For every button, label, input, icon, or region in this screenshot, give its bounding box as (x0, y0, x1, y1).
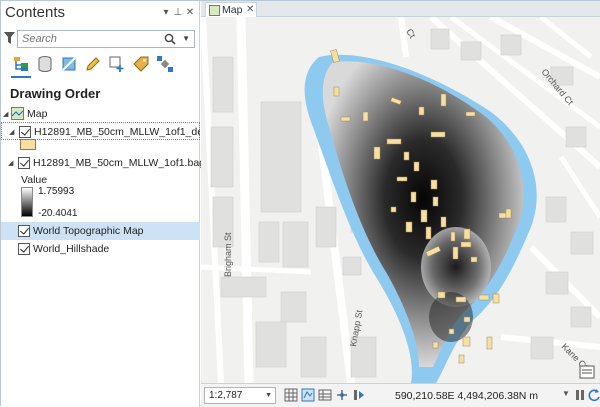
contents-toolbar (1, 52, 200, 78)
filter-icon[interactable] (4, 32, 15, 44)
auto-hide-pin-icon[interactable]: ⊥ (172, 7, 184, 18)
scale-value: 1:2,787 (209, 390, 243, 401)
list-by-labeling-button[interactable] (130, 53, 152, 75)
list-by-perspective-imagery-button[interactable] (154, 53, 176, 75)
list-by-drawing-order-button[interactable] (10, 53, 32, 75)
layer-visibility-checkbox[interactable] (18, 157, 30, 169)
layer-name: H12891_MB_50cm_MLLW_1of1.bag (33, 157, 205, 169)
shipwreck-symbol-swatch (20, 139, 36, 150)
layer-visibility-checkbox[interactable] (19, 126, 31, 138)
collapse-chevron-icon[interactable]: ◢ (8, 159, 13, 167)
collapse-chevron-icon[interactable]: ◢ (3, 110, 8, 118)
search-input[interactable] (18, 31, 148, 47)
legend-value-label: Value (21, 174, 48, 186)
active-tool-indicator (11, 76, 31, 78)
layer-row-world-topographic[interactable]: World Topographic Map (1, 222, 200, 240)
layer-name: Map (27, 108, 48, 120)
layer-name: World_Hillshade (33, 243, 110, 255)
layer-row-bag-raster[interactable]: ◢ H12891_MB_50cm_MLLW_1of1.bag (1, 154, 205, 172)
tab-label: Map (222, 4, 243, 16)
layer-row-world-hillshade[interactable]: World_Hillshade (1, 240, 200, 258)
map-notes-icon[interactable] (579, 365, 595, 379)
list-by-selection-button[interactable] (58, 53, 80, 75)
contents-pane: Contents ▾ ⊥ ✕ ▼ (1, 1, 205, 407)
label-tag-icon (133, 56, 149, 72)
search-box[interactable]: ▼ (17, 30, 195, 48)
list-by-data-source-button[interactable] (34, 53, 56, 75)
list-by-editing-button[interactable] (82, 53, 104, 75)
refresh-icon[interactable] (587, 388, 600, 402)
street-label-brigham: Brigham St (223, 232, 233, 277)
map-drawing: Brigham St Knapp St Orchard Ct Ct Kane C… (201, 17, 600, 383)
tab-map[interactable]: Map ✕ (205, 2, 257, 17)
pencil-icon (86, 57, 100, 71)
layer-row-detectshipwrecks[interactable]: ◢ H12891_MB_50cm_MLLW_1of1_detectshipwre… (1, 122, 200, 140)
legend-low-value: -20.4041 (38, 208, 78, 219)
map-canvas[interactable]: Brigham St Knapp St Orchard Ct Ct Kane C… (201, 17, 600, 383)
close-pane-icon[interactable]: ✕ (184, 7, 196, 18)
grid-icon[interactable] (284, 388, 298, 402)
view-tab-strip: Map ✕ (201, 1, 600, 17)
arcgis-pro-window: Contents ▾ ⊥ ✕ ▼ (0, 0, 600, 407)
map-icon (11, 107, 24, 120)
close-tab-icon[interactable]: ✕ (246, 4, 254, 15)
layer-row-map[interactable]: ◢ Map (1, 105, 200, 123)
cursor-coordinates: 590,210.58E 4,494,206.38N m (395, 390, 539, 402)
layer-name: World Topographic Map (33, 225, 144, 237)
scale-dropdown-chevron-icon[interactable]: ▼ (265, 392, 272, 399)
contents-header: Contents ▾ ⊥ ✕ (1, 1, 200, 27)
snapping-toggle-icon[interactable] (335, 388, 349, 402)
map-view: Map ✕ Brigham St Knapp St Orchard Ct Ct … (201, 1, 600, 407)
satellite-icon (157, 56, 173, 72)
selection-icon (62, 57, 76, 71)
pane-options-icon[interactable]: ▾ (160, 7, 172, 18)
scale-selector[interactable]: 1:2,787 ▼ (204, 387, 276, 404)
map-tab-icon (209, 5, 220, 16)
layer-visibility-checkbox[interactable] (18, 225, 30, 237)
pause-drawing-icon[interactable] (352, 388, 366, 402)
drawing-order-icon (14, 57, 28, 71)
table-icon[interactable] (318, 388, 332, 402)
constraints-icon[interactable] (301, 388, 315, 402)
legend-high-value: 1.75993 (38, 186, 75, 197)
layer-name: H12891_MB_50cm_MLLW_1of1_detectshipwreck… (34, 126, 200, 138)
drawing-order-heading: Drawing Order (10, 86, 101, 101)
database-icon (38, 56, 52, 72)
layer-visibility-checkbox[interactable] (18, 243, 30, 255)
search-options-chevron-icon[interactable]: ▼ (182, 34, 190, 43)
search-icon[interactable] (164, 33, 176, 45)
pause-icon[interactable] (573, 388, 587, 402)
snapping-icon (109, 56, 124, 72)
legend-color-ramp (21, 187, 33, 217)
coordinate-format-chevron-icon[interactable]: ▼ (562, 389, 570, 398)
contents-title: Contents (5, 4, 66, 21)
list-by-snapping-button[interactable] (106, 53, 128, 75)
map-status-bar: 1:2,787 ▼ 590,210.58E 4,494,206.38N m ▼ (201, 383, 600, 407)
collapse-chevron-icon[interactable]: ◢ (9, 128, 14, 136)
